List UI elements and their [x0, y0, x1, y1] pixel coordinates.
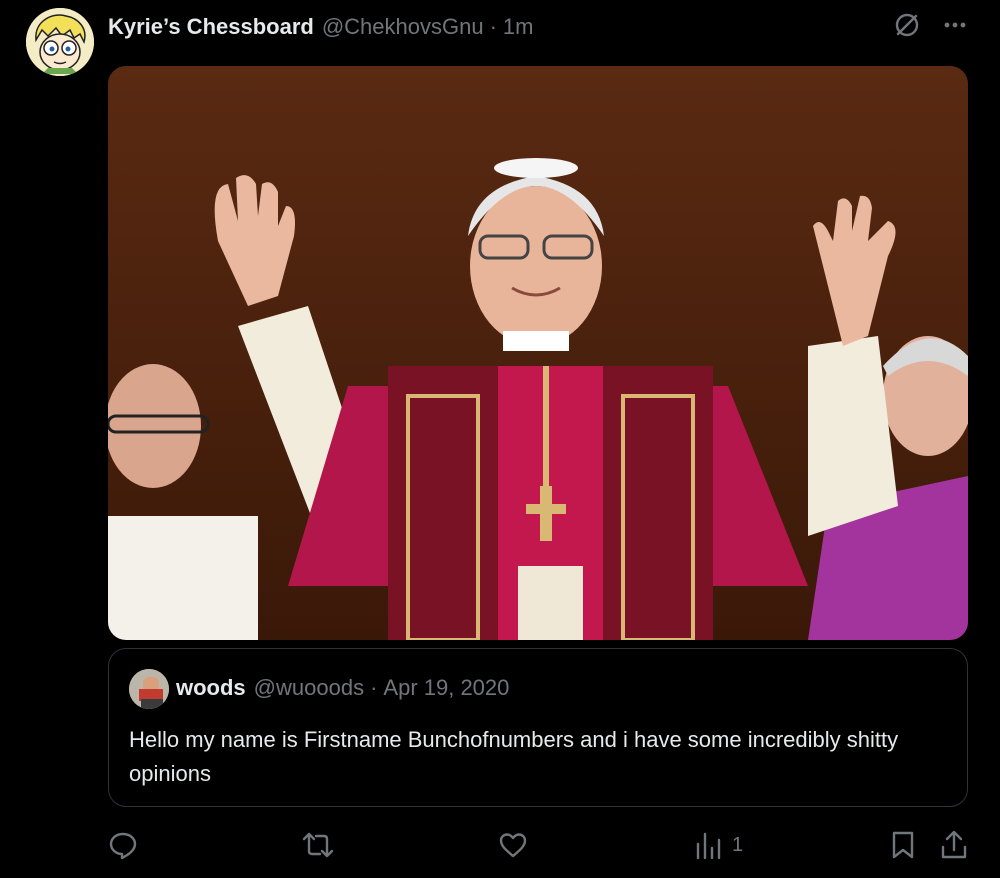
user-handle[interactable]: @ChekhovsGnu [322, 14, 484, 40]
share-icon [941, 830, 967, 859]
display-name[interactable]: Kyrie’s Chessboard [108, 14, 314, 40]
share-button[interactable] [940, 830, 968, 860]
quoted-separator: · [370, 675, 378, 700]
more-icon[interactable] [942, 12, 968, 38]
views-button[interactable]: 1 [694, 830, 743, 860]
bookmark-button[interactable] [890, 830, 916, 860]
cartoon-avatar-icon [26, 8, 94, 76]
post-header: Kyrie’s Chessboard @ChekhovsGnu · 1m [108, 12, 533, 42]
quoted-text: Hello my name is Firstname Bunchofnumber… [129, 727, 899, 786]
retweet-icon [302, 832, 334, 858]
quoted-tweet[interactable]: woods @wuooods · Apr 19, 2020 Hello my n… [108, 648, 968, 807]
quoted-avatar-image [129, 669, 169, 709]
pope-photo [108, 66, 968, 640]
quoted-header: woods @wuooods · Apr 19, 2020 [176, 675, 509, 701]
bookmark-icon [892, 831, 914, 859]
action-bar: 1 [108, 826, 968, 866]
retweet-button[interactable] [302, 830, 334, 860]
separator-dot: · [489, 14, 497, 39]
quoted-display-name[interactable]: woods [176, 675, 246, 701]
views-icon [696, 832, 721, 860]
grok-icon[interactable] [894, 12, 920, 38]
reply-button[interactable] [108, 830, 138, 860]
author-avatar[interactable] [26, 8, 94, 76]
post-timestamp[interactable]: 1m [503, 14, 534, 40]
post-media-image[interactable] [108, 66, 968, 640]
quoted-handle[interactable]: @wuooods [254, 675, 364, 701]
top-right-icons [894, 12, 968, 38]
quoted-avatar[interactable] [129, 669, 169, 709]
reply-icon [109, 832, 137, 860]
quoted-date: Apr 19, 2020 [383, 675, 510, 700]
like-button[interactable] [498, 830, 528, 860]
like-icon [499, 833, 527, 858]
views-count: 1 [732, 833, 744, 856]
